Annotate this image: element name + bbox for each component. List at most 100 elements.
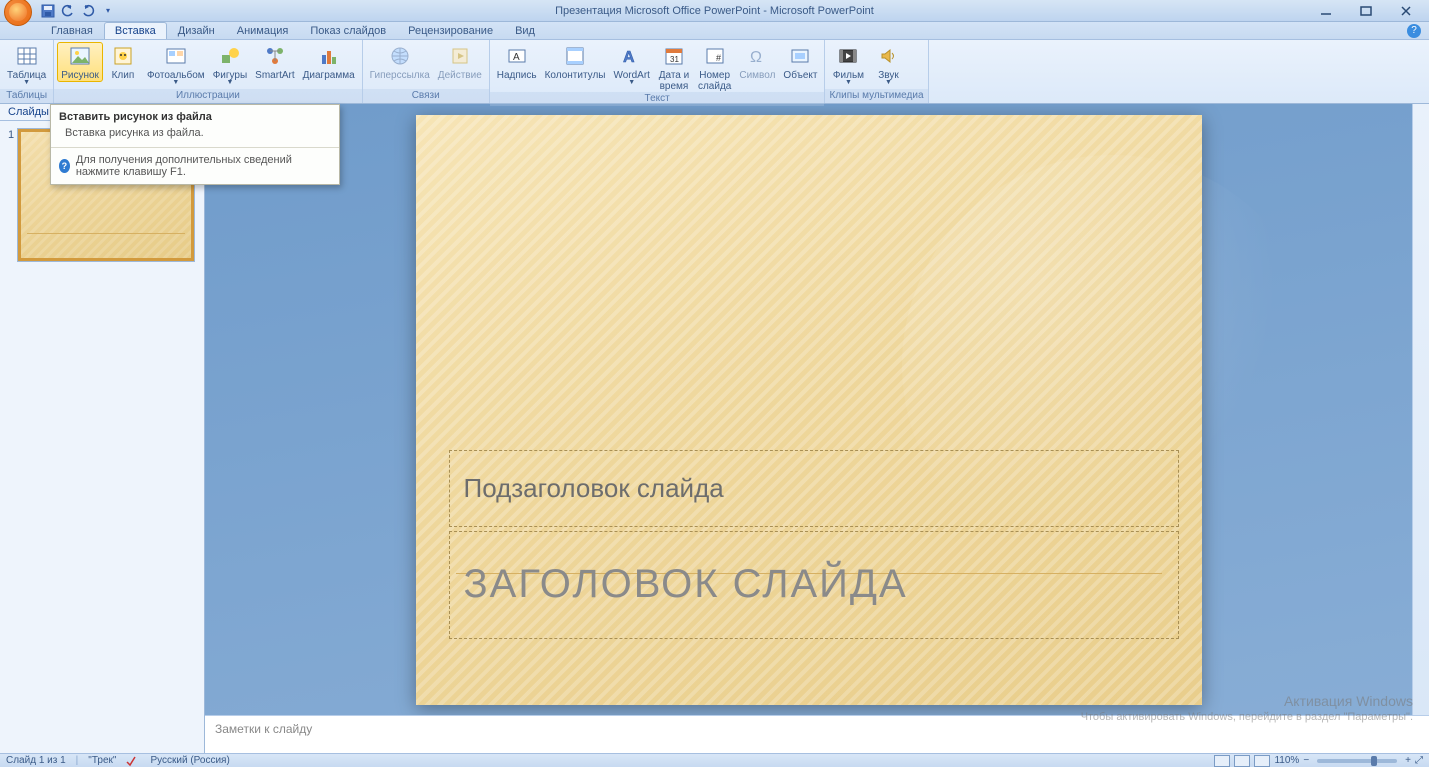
slide-canvas[interactable]: Подзаголовок слайда ЗАГОЛОВОК СЛАЙДА xyxy=(416,115,1202,705)
movie-icon xyxy=(836,44,860,68)
undo-icon[interactable] xyxy=(60,3,76,19)
slidenumber-button[interactable]: #Номер слайда xyxy=(694,42,735,92)
title-placeholder[interactable]: ЗАГОЛОВОК СЛАЙДА xyxy=(449,531,1179,639)
tab-главная[interactable]: Главная xyxy=(40,22,104,39)
normal-view-button[interactable] xyxy=(1214,755,1230,767)
slideshow-view-button[interactable] xyxy=(1254,755,1270,767)
svg-text:A: A xyxy=(623,49,635,66)
save-icon[interactable] xyxy=(40,3,56,19)
tab-рецензирование[interactable]: Рецензирование xyxy=(397,22,504,39)
svg-text:Ω: Ω xyxy=(750,49,762,66)
zoom-percent[interactable]: 110% xyxy=(1274,755,1299,766)
symbol-button[interactable]: Ω Символ xyxy=(735,42,779,81)
subtitle-text: Подзаголовок слайда xyxy=(464,473,724,504)
tab-вставка[interactable]: Вставка xyxy=(104,22,167,39)
fit-to-window-button[interactable]: ⤢ xyxy=(1415,755,1423,766)
status-language[interactable]: Русский (Россия) xyxy=(150,755,229,766)
movie-button[interactable]: Фильм▼ xyxy=(828,42,868,85)
clip-button[interactable]: Клип xyxy=(103,42,143,81)
office-button[interactable] xyxy=(4,0,32,26)
qat-dropdown-icon[interactable]: ▾ xyxy=(100,3,116,19)
status-bar: Слайд 1 из 1 | "Трек" Русский (Россия) 1… xyxy=(0,753,1429,767)
group-таблицы: Таблица▼Таблицы xyxy=(0,40,54,103)
symbol-icon: Ω xyxy=(745,44,769,68)
group-label: Клипы мультимедиа xyxy=(825,89,927,103)
table-button[interactable]: Таблица▼ xyxy=(3,42,50,85)
slides-pane: Слайды × 1 xyxy=(0,104,205,753)
close-button[interactable] xyxy=(1393,3,1419,19)
status-theme: "Трек" xyxy=(88,755,116,766)
group-клипы-мультимедиа: Фильм▼Звук▼ Клипы мультимедиа xyxy=(825,40,928,103)
zoom-in-button[interactable]: + xyxy=(1405,755,1411,766)
help-button[interactable]: ? xyxy=(1407,24,1421,38)
symbol-button-label: Символ xyxy=(739,70,775,81)
status-slide-position: Слайд 1 из 1 xyxy=(6,755,66,766)
title-bar: ▾ Презентация Microsoft Office PowerPoin… xyxy=(0,0,1429,22)
sound-icon xyxy=(876,44,900,68)
info-icon: ? xyxy=(59,159,70,173)
action-icon xyxy=(448,44,472,68)
notes-placeholder: Заметки к слайду xyxy=(215,722,312,736)
picture-button[interactable]: Рисунок xyxy=(57,42,103,82)
ribbon: Таблица▼Таблицы Рисунок КлипФотоальбом▼Фиг… xyxy=(0,40,1429,104)
headerfooter-icon xyxy=(563,44,587,68)
tab-показ-слайдов[interactable]: Показ слайдов xyxy=(299,22,397,39)
dropdown-arrow-icon: ▼ xyxy=(628,81,635,85)
redo-icon[interactable] xyxy=(80,3,96,19)
thumbnail-number: 1 xyxy=(8,129,14,261)
picture-button-label: Рисунок xyxy=(61,70,99,81)
quick-access-toolbar: ▾ xyxy=(40,3,116,19)
zoom-slider[interactable] xyxy=(1317,759,1397,763)
slidenumber-button-label: Номер слайда xyxy=(698,70,731,92)
chart-button[interactable]: Диаграмма xyxy=(299,42,359,81)
svg-text:31: 31 xyxy=(670,55,679,64)
title-text: ЗАГОЛОВОК СЛАЙДА xyxy=(464,562,908,607)
picture-icon xyxy=(68,44,92,68)
dropdown-arrow-icon: ▼ xyxy=(885,81,892,85)
photoalbum-button[interactable]: Фотоальбом▼ xyxy=(143,42,209,85)
dropdown-arrow-icon: ▼ xyxy=(172,81,179,85)
minimize-button[interactable] xyxy=(1313,3,1339,19)
hyperlink-button[interactable]: Гиперссылка xyxy=(366,42,434,81)
tab-анимация[interactable]: Анимация xyxy=(226,22,300,39)
tooltip-body: Вставка рисунка из файла. xyxy=(51,125,339,148)
textbox-button[interactable]: A Надпись xyxy=(493,42,541,81)
ribbon-tooltip: Вставить рисунок из файла Вставка рисунк… xyxy=(50,104,340,185)
window-title: Презентация Microsoft Office PowerPoint … xyxy=(0,5,1429,17)
object-button[interactable]: Объект xyxy=(779,42,821,81)
tab-вид[interactable]: Вид xyxy=(504,22,546,39)
slide-area: Подзаголовок слайда ЗАГОЛОВОК СЛАЙДА Зам… xyxy=(205,104,1429,753)
sound-button[interactable]: Звук▼ xyxy=(868,42,908,85)
spellcheck-icon[interactable] xyxy=(126,755,140,767)
vertical-scrollbar[interactable] xyxy=(1412,104,1429,715)
shapes-button[interactable]: Фигуры▼ xyxy=(209,42,251,85)
object-icon xyxy=(788,44,812,68)
hyperlink-button-label: Гиперссылка xyxy=(370,70,430,81)
wordart-icon: A xyxy=(620,44,644,68)
headerfooter-button[interactable]: Колонтитулы xyxy=(541,42,610,81)
ribbon-tabs: ГлавнаяВставкаДизайнАнимацияПоказ слайдо… xyxy=(0,22,1429,40)
tab-дизайн[interactable]: Дизайн xyxy=(167,22,226,39)
smartart-button[interactable]: SmartArt xyxy=(251,42,298,81)
action-button[interactable]: Действие xyxy=(434,42,486,81)
wordart-button[interactable]: AWordArt▼ xyxy=(609,42,654,85)
maximize-button[interactable] xyxy=(1353,3,1379,19)
subtitle-placeholder[interactable]: Подзаголовок слайда xyxy=(449,450,1179,527)
group-текст: A Надпись КолонтитулыAWordArt▼31Дата и вре… xyxy=(490,40,826,103)
dropdown-arrow-icon: ▼ xyxy=(23,81,30,85)
action-button-label: Действие xyxy=(438,70,482,81)
group-иллюстрации: Рисунок КлипФотоальбом▼Фигуры▼ SmartArt Диа… xyxy=(54,40,362,103)
textbox-icon: A xyxy=(505,44,529,68)
sorter-view-button[interactable] xyxy=(1234,755,1250,767)
notes-pane[interactable]: Заметки к слайду Активация Windows Чтобы… xyxy=(205,715,1429,753)
group-label: Связи xyxy=(363,89,489,103)
photoalbum-icon xyxy=(164,44,188,68)
datetime-button[interactable]: 31Дата и время xyxy=(654,42,694,92)
zoom-out-button[interactable]: − xyxy=(1303,755,1309,766)
textbox-button-label: Надпись xyxy=(497,70,537,81)
tooltip-title: Вставить рисунок из файла xyxy=(51,105,339,125)
group-label: Иллюстрации xyxy=(54,89,361,103)
smartart-button-label: SmartArt xyxy=(255,70,294,81)
workspace: Слайды × 1 Подзаголовок слайда xyxy=(0,104,1429,753)
slide-canvas-wrap: Подзаголовок слайда ЗАГОЛОВОК СЛАЙДА xyxy=(205,104,1412,715)
